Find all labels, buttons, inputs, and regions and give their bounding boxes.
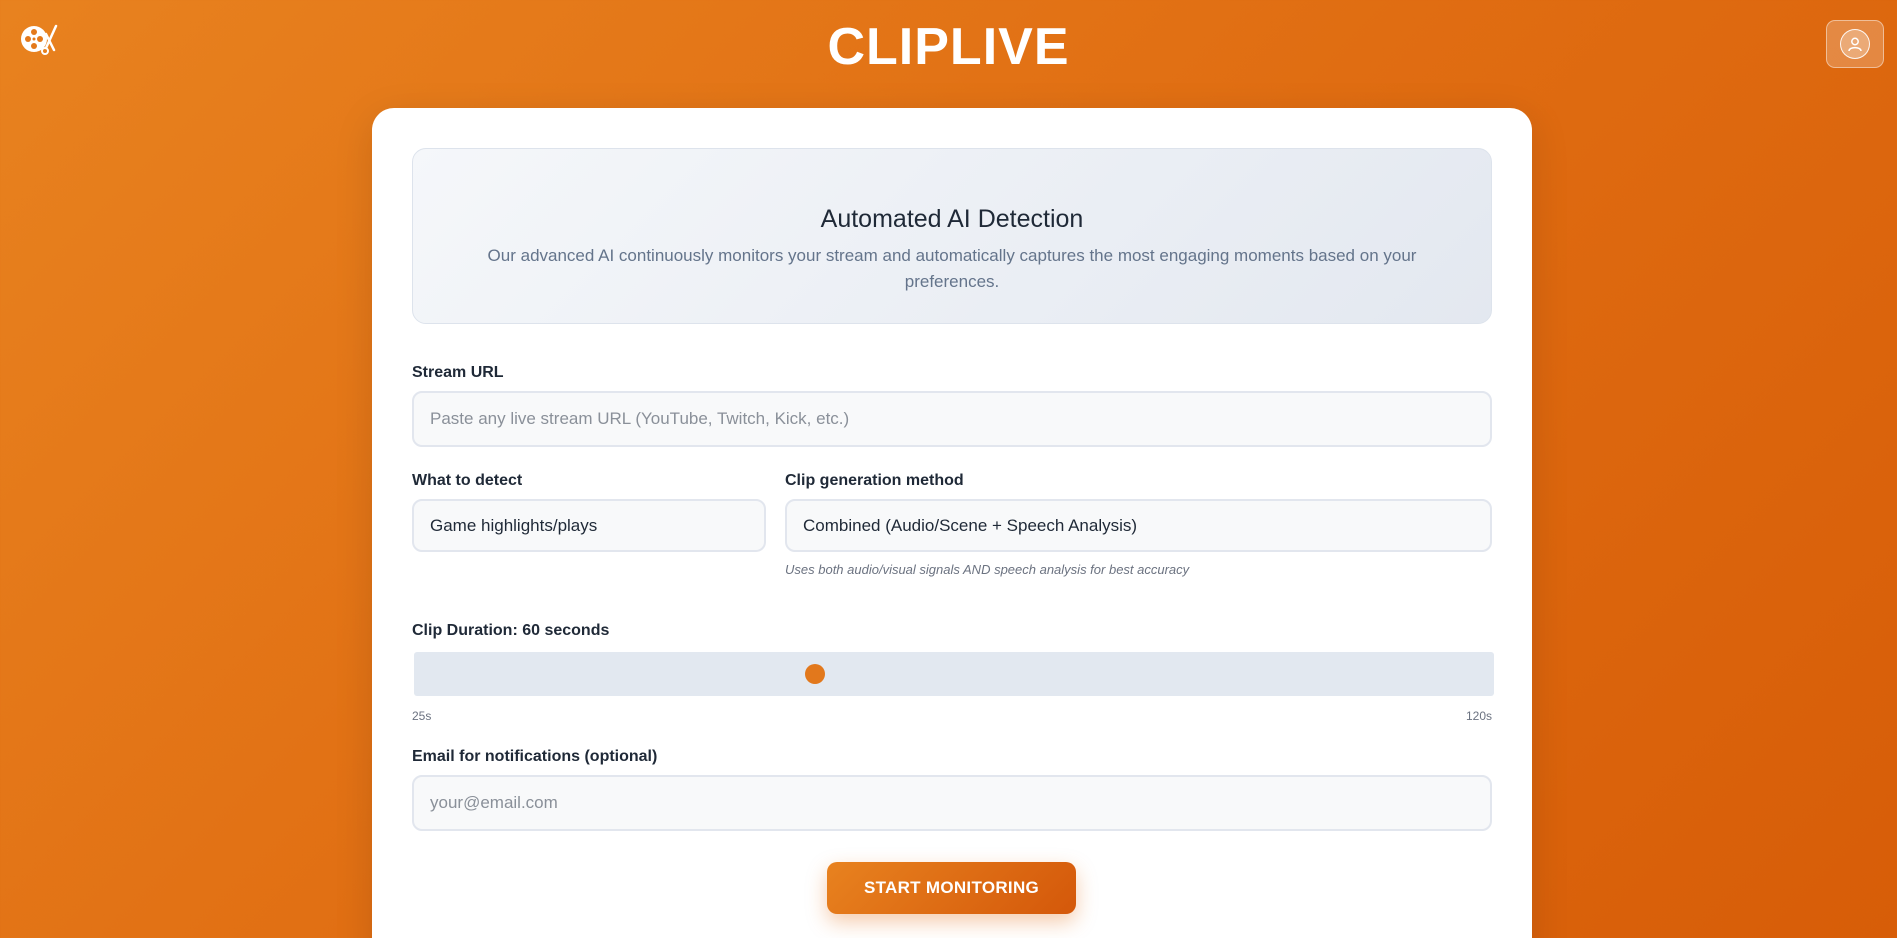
info-box: Automated AI Detection Our advanced AI c… <box>412 148 1492 324</box>
email-label: Email for notifications (optional) <box>412 748 658 765</box>
main-card: Automated AI Detection Our advanced AI c… <box>372 108 1532 938</box>
detect-select-value: Game highlights/plays <box>430 515 598 535</box>
duration-label: Clip Duration: 60 seconds <box>412 622 610 639</box>
app-title: CLIPLIVE <box>827 18 1070 76</box>
duration-min-label: 25s <box>412 709 432 723</box>
method-select-value: Combined (Audio/Scene + Speech Analysis) <box>803 515 1138 535</box>
detect-label: What to detect <box>412 472 523 489</box>
duration-slider-thumb[interactable] <box>804 664 825 684</box>
info-title: Automated AI Detection <box>820 205 1084 233</box>
duration-slider[interactable] <box>414 652 1494 696</box>
duration-max-label: 120s <box>1465 709 1492 723</box>
start-monitoring-button[interactable]: START MONITORING <box>827 862 1076 914</box>
user-icon <box>1840 29 1870 59</box>
method-select[interactable]: Combined (Audio/Scene + Speech Analysis) <box>785 499 1492 552</box>
info-description: Our advanced AI continuously monitors yo… <box>487 246 1417 291</box>
stream-url-label: Stream URL <box>412 364 504 381</box>
email-input[interactable] <box>412 775 1492 831</box>
profile-button[interactable] <box>1826 20 1884 68</box>
method-label: Clip generation method <box>785 472 964 489</box>
detect-select[interactable]: Game highlights/plays <box>412 499 766 552</box>
method-hint: Uses both audio/visual signals AND speec… <box>785 562 1190 577</box>
stream-url-input[interactable] <box>412 391 1492 447</box>
